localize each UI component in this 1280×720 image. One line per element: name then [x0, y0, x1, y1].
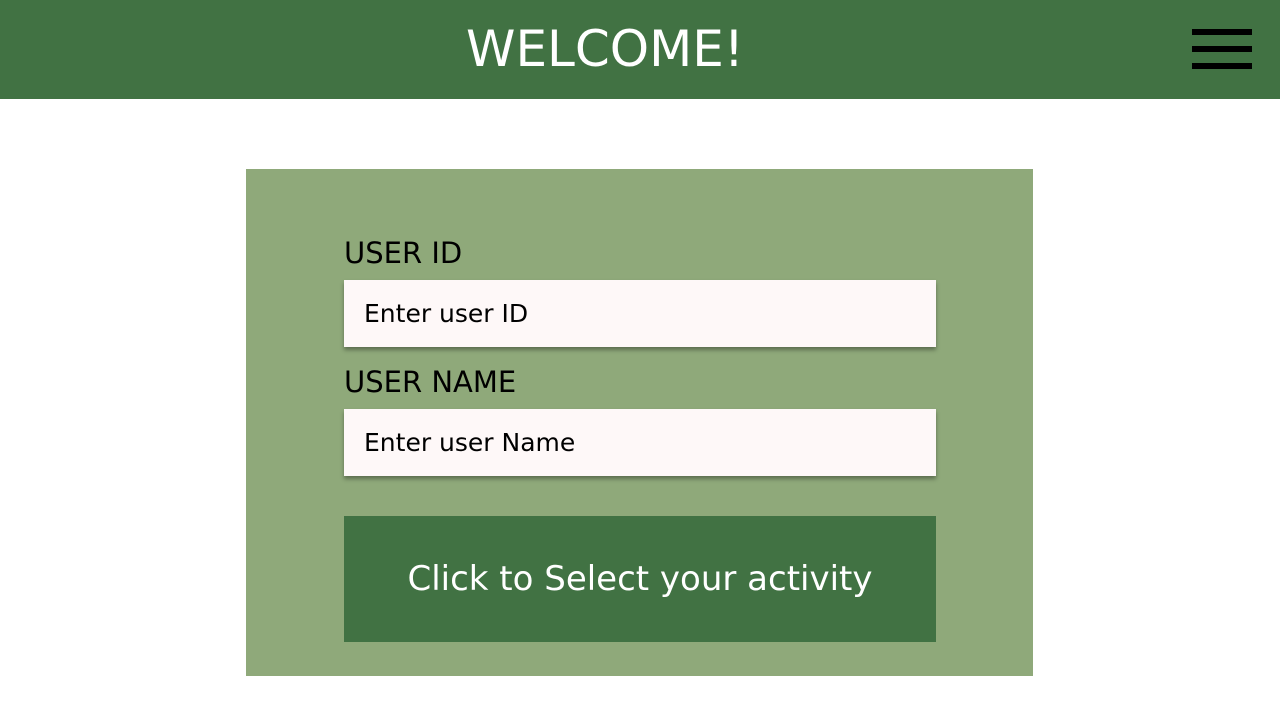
- select-activity-button[interactable]: Click to Select your activity: [344, 516, 936, 642]
- user-name-label: USER NAME: [344, 365, 517, 399]
- login-card: USER ID USER NAME Click to Select your a…: [246, 169, 1033, 676]
- menu-bar-line: [1192, 63, 1252, 69]
- top-header: WELCOME!: [0, 0, 1280, 99]
- user-id-input[interactable]: [344, 280, 936, 347]
- user-id-label: USER ID: [344, 236, 463, 270]
- menu-bar-line: [1192, 29, 1252, 35]
- menu-bar-line: [1192, 46, 1252, 52]
- user-name-input[interactable]: [344, 409, 936, 476]
- hamburger-menu-icon[interactable]: [1190, 27, 1252, 71]
- page-title: WELCOME!: [466, 20, 744, 78]
